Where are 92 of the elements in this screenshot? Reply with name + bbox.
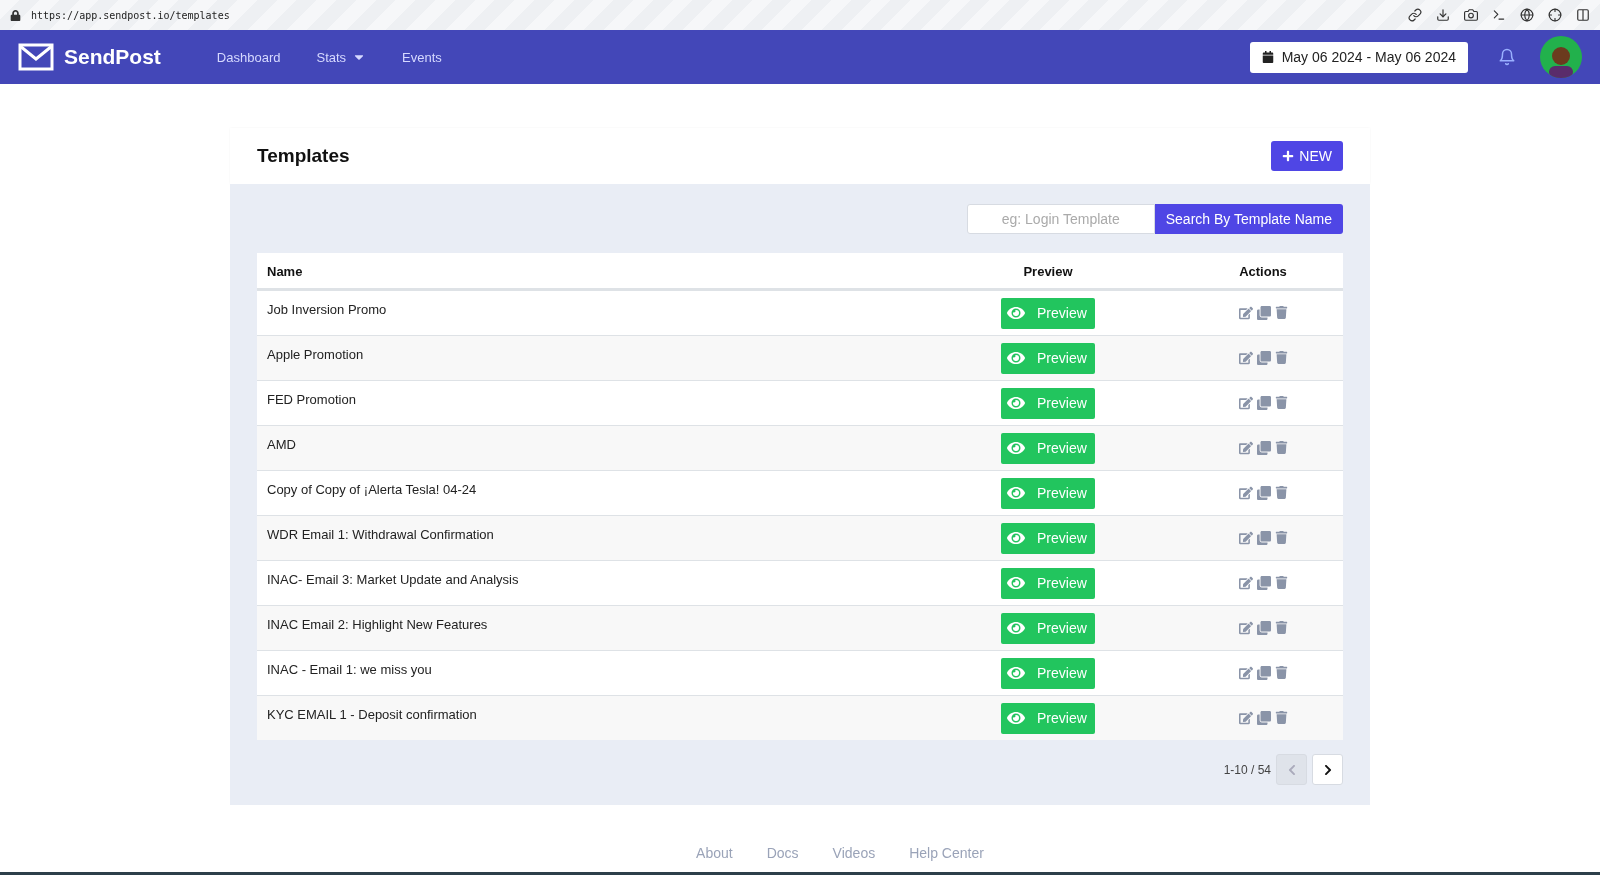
new-button[interactable]: NEW bbox=[1271, 141, 1343, 171]
eye-icon bbox=[1007, 484, 1025, 502]
trash-icon[interactable] bbox=[1274, 306, 1288, 319]
envelope-logo-icon bbox=[18, 43, 54, 71]
copy-icon[interactable] bbox=[1256, 486, 1271, 500]
date-range-button[interactable]: May 06 2024 - May 06 2024 bbox=[1249, 41, 1468, 73]
columns-icon[interactable] bbox=[1576, 8, 1590, 22]
edit-icon[interactable] bbox=[1238, 666, 1253, 680]
link-icon[interactable] bbox=[1408, 8, 1422, 22]
preview-button[interactable]: Preview bbox=[1001, 657, 1095, 689]
table-cell-text: INAC- Email 3: Market Update and Analysis bbox=[266, 571, 520, 587]
bell-icon[interactable] bbox=[1498, 48, 1516, 66]
lock-icon bbox=[10, 9, 21, 21]
search-field[interactable]: eg: Login Template bbox=[966, 204, 1155, 234]
eye-icon bbox=[1007, 349, 1025, 367]
footer-link[interactable]: Videos bbox=[832, 845, 876, 861]
footer-link[interactable]: Docs bbox=[766, 845, 799, 861]
table-cell-text: Apple Promotion bbox=[266, 346, 365, 362]
brand-name: SendPost bbox=[64, 45, 161, 69]
edit-icon[interactable] bbox=[1238, 396, 1253, 410]
search-button[interactable]: Search By Template Name bbox=[1154, 204, 1343, 234]
plus-icon bbox=[1282, 150, 1295, 162]
table-cell-text: INAC - Email 1: we miss you bbox=[266, 661, 433, 677]
camera-icon[interactable] bbox=[1464, 8, 1478, 22]
eye-icon bbox=[1007, 709, 1025, 727]
eye-icon bbox=[1007, 619, 1025, 637]
trash-icon[interactable] bbox=[1274, 396, 1288, 409]
page-title: Templates bbox=[257, 145, 350, 167]
edit-icon[interactable] bbox=[1238, 306, 1253, 320]
crosshair-icon[interactable] bbox=[1548, 8, 1562, 22]
copy-icon[interactable] bbox=[1256, 351, 1271, 365]
eye-icon bbox=[1007, 664, 1025, 682]
trash-icon[interactable] bbox=[1274, 531, 1288, 544]
table-cell-text: AMD bbox=[266, 436, 297, 452]
eye-icon bbox=[1007, 394, 1025, 412]
preview-button[interactable]: Preview bbox=[1001, 432, 1095, 464]
table-cell-text: Copy of Copy of ¡Alerta Tesla! 04-24 bbox=[266, 481, 478, 497]
trash-icon[interactable] bbox=[1274, 486, 1288, 499]
trash-icon[interactable] bbox=[1274, 441, 1288, 454]
trash-icon[interactable] bbox=[1274, 666, 1288, 679]
globe-icon[interactable] bbox=[1520, 8, 1534, 22]
footer-link[interactable]: About bbox=[696, 845, 733, 861]
copy-icon[interactable] bbox=[1256, 666, 1271, 680]
nav-link[interactable]: Stats bbox=[316, 49, 367, 65]
preview-button[interactable]: Preview bbox=[1001, 567, 1095, 599]
preview-button[interactable]: Preview bbox=[1001, 702, 1095, 734]
edit-icon[interactable] bbox=[1238, 531, 1253, 545]
preview-button[interactable]: Preview bbox=[1001, 612, 1095, 644]
trash-icon[interactable] bbox=[1274, 621, 1288, 634]
download-icon[interactable] bbox=[1436, 8, 1450, 22]
copy-icon[interactable] bbox=[1256, 576, 1271, 590]
trash-icon[interactable] bbox=[1274, 351, 1288, 364]
avatar[interactable] bbox=[1540, 36, 1582, 78]
table-cell-text: FED Promotion bbox=[266, 391, 357, 407]
eye-icon bbox=[1007, 529, 1025, 547]
preview-button[interactable]: Preview bbox=[1001, 477, 1095, 509]
trash-icon[interactable] bbox=[1274, 576, 1288, 589]
terminal-icon[interactable] bbox=[1492, 8, 1506, 22]
copy-icon[interactable] bbox=[1256, 396, 1271, 410]
eye-icon bbox=[1007, 304, 1025, 322]
page-range: 1-10 / 54 bbox=[1223, 762, 1271, 777]
column-header: Preview bbox=[1022, 263, 1074, 279]
preview-button[interactable]: Preview bbox=[1001, 342, 1095, 374]
edit-icon[interactable] bbox=[1238, 351, 1253, 365]
next-page-button[interactable] bbox=[1312, 754, 1343, 785]
column-header: Name bbox=[266, 263, 304, 279]
trash-icon[interactable] bbox=[1274, 711, 1288, 724]
edit-icon[interactable] bbox=[1238, 576, 1253, 590]
preview-button[interactable]: Preview bbox=[1001, 387, 1095, 419]
url-text[interactable]: https://app.sendpost.io/templates bbox=[31, 9, 230, 21]
preview-button[interactable]: Preview bbox=[1001, 522, 1095, 554]
eye-icon bbox=[1007, 439, 1025, 457]
table-cell-text: KYC EMAIL 1 - Deposit confirmation bbox=[266, 706, 478, 722]
table-cell-text: WDR Email 1: Withdrawal Confirmation bbox=[266, 526, 495, 542]
column-header: Actions bbox=[1238, 263, 1288, 279]
copy-icon[interactable] bbox=[1256, 711, 1271, 725]
table-cell-text: INAC Email 2: Highlight New Features bbox=[266, 616, 489, 632]
nav-link[interactable]: Events bbox=[402, 49, 442, 65]
edit-icon[interactable] bbox=[1238, 711, 1253, 725]
calendar-icon bbox=[1261, 51, 1274, 63]
edit-icon[interactable] bbox=[1238, 441, 1253, 455]
copy-icon[interactable] bbox=[1256, 441, 1271, 455]
nav-link[interactable]: Dashboard bbox=[216, 49, 281, 65]
eye-icon bbox=[1007, 574, 1025, 592]
edit-icon[interactable] bbox=[1238, 486, 1253, 500]
copy-icon[interactable] bbox=[1256, 531, 1271, 545]
table-cell-text: Job Inversion Promo bbox=[266, 301, 388, 317]
copy-icon[interactable] bbox=[1256, 306, 1271, 320]
preview-button[interactable]: Preview bbox=[1001, 297, 1095, 329]
footer-link[interactable]: Help Center bbox=[909, 845, 984, 861]
copy-icon[interactable] bbox=[1256, 621, 1271, 635]
edit-icon[interactable] bbox=[1238, 621, 1253, 635]
